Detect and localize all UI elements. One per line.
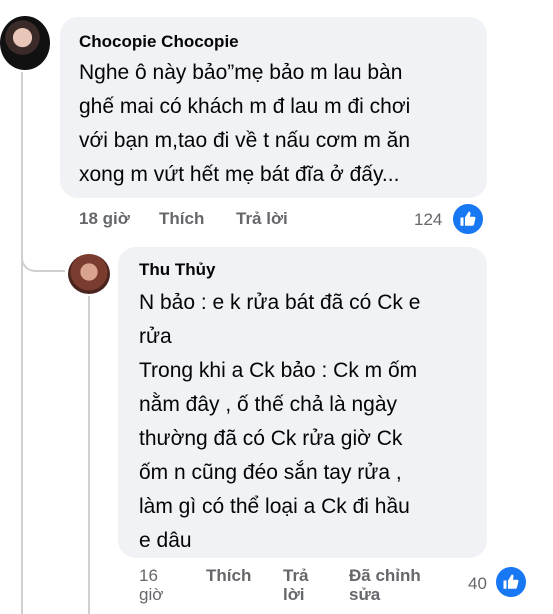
reply-thread-line <box>88 296 90 614</box>
comment-text-line: Nghe ô này bảo”mẹ bảo m lau bàn <box>79 61 403 84</box>
reply-author[interactable]: Thu Thủy <box>139 260 215 280</box>
reply-text-line: N bảo : e k rửa bát đã có Ck e <box>139 291 421 314</box>
reply-like-button[interactable]: Thích <box>206 566 251 586</box>
avatar[interactable] <box>0 16 50 70</box>
like-reaction-icon[interactable] <box>451 202 485 236</box>
comment-text-line: ghế mai có khách m đ lau m đi chơi <box>79 95 411 118</box>
reply-text-line: ốm n cũng đéo sắn tay rửa , <box>139 461 402 484</box>
reply-text-line: e dâu <box>139 529 192 552</box>
edited-label-line: Đã chỉnh <box>349 566 421 585</box>
edited-label-line: sửa <box>349 585 381 604</box>
reply-reply-button[interactable]: Trả lời <box>283 566 309 604</box>
reply-like-reaction-icon[interactable] <box>494 565 528 599</box>
comment-text: Nghe ô này bảo”mẹ bảo m lau bàn ghế mai … <box>79 56 410 192</box>
reply-avatar[interactable] <box>68 254 110 294</box>
reply-timestamp-line: 16 <box>139 566 158 585</box>
edited-label[interactable]: Đã chỉnh sửa <box>349 566 421 604</box>
comment-text-line: với bạn m,tao đi về t nấu cơm m ăn <box>79 129 411 152</box>
reply-reaction-count[interactable]: 40 <box>468 574 487 594</box>
comment-text-line: xong m vứt hết mẹ bát đĩa ở đấy... <box>79 163 400 186</box>
reply-button-line: Trả <box>283 566 309 585</box>
comment-timestamp[interactable]: 18 giờ <box>79 209 130 229</box>
reply-timestamp-line: giờ <box>139 585 164 604</box>
reply-text-line: nằm đây , ố thế chả là ngày <box>139 393 397 416</box>
reaction-count[interactable]: 124 <box>414 210 442 230</box>
comment-author[interactable]: Chocopie Chocopie <box>79 32 239 52</box>
reply-timestamp[interactable]: 16 giờ <box>139 566 163 604</box>
thread-line <box>21 72 23 614</box>
reply-text-line: Trong khi a Ck bảo : Ck m ốm <box>139 359 418 382</box>
thread-connector <box>21 240 65 272</box>
reply-text: N bảo : e k rửa bát đã có Ck e rửa Trong… <box>139 286 420 558</box>
reply-button-line: lời <box>283 585 305 604</box>
like-button[interactable]: Thích <box>159 209 204 229</box>
reply-text-line: thường đã có Ck rửa giờ Ck <box>139 427 403 450</box>
reply-button[interactable]: Trả lời <box>236 209 288 229</box>
reply-text-line: làm gì có thể loại a Ck đi hầu <box>139 495 410 518</box>
reply-text-line: rửa <box>139 325 172 348</box>
